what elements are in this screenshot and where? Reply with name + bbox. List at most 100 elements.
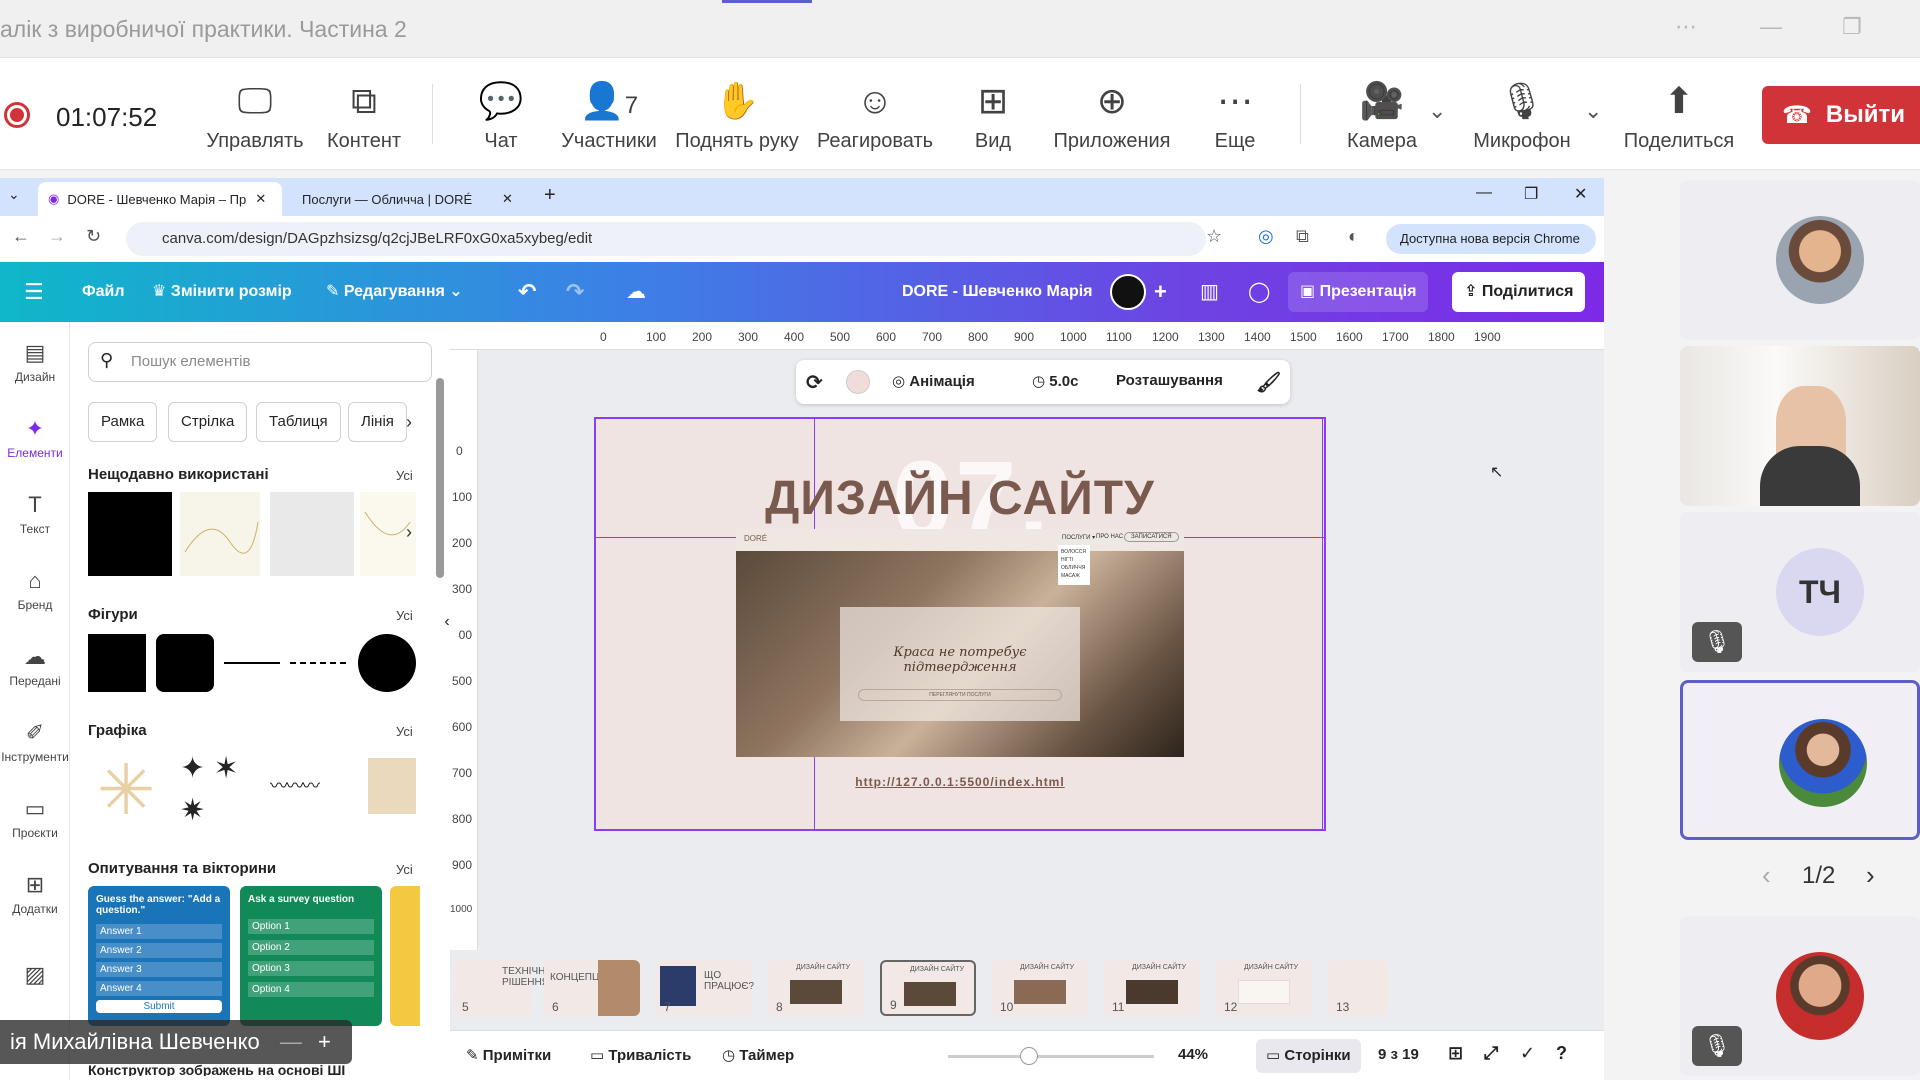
duration-footer-button[interactable]: ▭ Тривалість — [590, 1046, 691, 1064]
tab-canva[interactable]: ◉ DORE - Шевченко Марія – Пр ✕ — [38, 182, 282, 216]
zoom-slider-track[interactable] — [948, 1055, 1154, 1058]
camera-button[interactable]: 🎥 Камера — [1326, 58, 1438, 170]
rail-text[interactable]: T Текст — [0, 492, 70, 536]
shape-circle[interactable] — [358, 634, 416, 692]
help-icon[interactable]: ? — [1556, 1043, 1567, 1064]
rail-image-icon[interactable]: ▨ — [0, 962, 70, 992]
graphic-sparkles[interactable]: ✦ ✶ ✷ — [180, 748, 250, 832]
add-collaborator-plus-icon[interactable]: + — [1154, 262, 1167, 322]
leave-button[interactable]: ☎ Выйти — [1762, 86, 1920, 144]
shape-rounded-square[interactable] — [156, 634, 214, 692]
url-input[interactable]: canva.com/design/DAGpzhsizsg/q2cjJBeLRF0… — [126, 222, 1206, 256]
timer-button[interactable]: ◷ Таймер — [722, 1046, 794, 1064]
color-swatch[interactable] — [846, 370, 870, 394]
insights-chart-icon[interactable]: ▥ — [1200, 262, 1219, 322]
recent-marble[interactable] — [270, 492, 354, 576]
new-tab-plus-icon[interactable]: + — [544, 184, 556, 207]
edit-mode-menu[interactable]: ✎ Редагування ⌄ — [326, 262, 463, 322]
restore-icon[interactable]: ❐ — [1842, 14, 1862, 40]
hamburger-menu-icon[interactable]: ☰ — [24, 262, 44, 322]
page-thumbnail[interactable]: ДИЗАЙН САЙТУ 10 — [992, 960, 1088, 1016]
poll-card-survey[interactable]: Ask a survey question Option 1 Option 2 … — [240, 886, 382, 1026]
rail-elements[interactable]: ✦ Елементи — [0, 416, 70, 460]
chevron-right-icon[interactable]: › — [406, 412, 412, 433]
rail-apps[interactable]: ⊞ Додатки — [0, 872, 70, 916]
extension-icon[interactable]: ◎ — [1258, 226, 1274, 247]
chat-button[interactable]: 💬 Чат — [466, 58, 536, 170]
more-icon[interactable]: ⋯ — [1675, 14, 1697, 40]
manage-button[interactable]: 🖵 Управлять — [204, 58, 306, 170]
shapes-see-all[interactable]: Усі — [396, 608, 413, 623]
tab-services[interactable]: Послуги — Обличча | DORÉ ✕ — [292, 182, 528, 216]
maximize-icon[interactable]: ❐ — [1524, 184, 1538, 204]
position-button[interactable]: Розташування — [1116, 372, 1223, 389]
page-thumbnail[interactable]: ДИЗАЙН САЙТУ 8 — [768, 960, 864, 1016]
participant-tile-active[interactable] — [1680, 680, 1920, 840]
participant-tile[interactable]: 🎙 — [1680, 916, 1920, 1076]
poll-card-quiz[interactable]: Guess the answer: "Add a question." Answ… — [88, 886, 230, 1026]
slide-canvas[interactable]: 07. ДИЗАЙН САЙТУ DORÉ ПОСЛУГИ ▾ ПРО НАС … — [594, 417, 1326, 831]
refresh-icon[interactable]: ⟳ — [806, 370, 823, 395]
participant-tile[interactable]: ТЧ 🎙 — [1680, 512, 1920, 672]
participant-video-tile[interactable] — [1680, 346, 1920, 506]
shape-square[interactable] — [88, 634, 146, 692]
rail-tools[interactable]: ✐ Інструменти — [0, 720, 70, 764]
camera-options-chevron-icon[interactable]: ⌄ — [1428, 98, 1446, 124]
page-thumbnail[interactable]: ЩО ПРАЦЮЄ? 7 — [656, 960, 754, 1016]
comment-icon[interactable]: ◯ — [1248, 262, 1270, 322]
canva-share-button[interactable]: ⇪ Поділитися — [1452, 272, 1586, 312]
react-button[interactable]: ☺ Реагировать — [814, 58, 936, 170]
zoom-level[interactable]: 44% — [1178, 1046, 1208, 1063]
slide-link-text[interactable]: http://127.0.0.1:5500/index.html — [596, 775, 1324, 789]
tab-search-chevron-icon[interactable]: ⌄ — [8, 186, 20, 203]
zoom-slider-handle[interactable] — [1020, 1047, 1038, 1065]
poll-card-partial[interactable] — [390, 886, 420, 1026]
chip-table[interactable]: Таблиця — [256, 402, 341, 442]
page-thumbnail[interactable]: 13 — [1328, 960, 1388, 1016]
panel-scrollbar[interactable] — [436, 378, 444, 578]
raise-hand-button[interactable]: ✋ Поднять руку — [672, 58, 802, 170]
recent-see-all[interactable]: Усі — [396, 468, 413, 483]
present-button[interactable]: ▣ Презентація — [1288, 272, 1429, 312]
cloud-saved-icon[interactable]: ☁ — [626, 262, 646, 322]
participant-tile[interactable] — [1680, 180, 1920, 340]
forward-arrow-icon[interactable]: → — [48, 226, 66, 247]
rail-uploads[interactable]: ☁ Передані — [0, 644, 70, 688]
more-button[interactable]: ⋯ Еще — [1200, 58, 1270, 170]
page-thumbnail[interactable]: ДИЗАЙН САЙТУ 11 — [1104, 960, 1200, 1016]
duration-button[interactable]: ◷ 5.0с — [1032, 372, 1078, 390]
file-menu[interactable]: Файл — [82, 262, 125, 322]
user-avatar[interactable] — [1110, 274, 1146, 310]
grid-view-icon[interactable]: ⊞ — [1448, 1043, 1463, 1064]
bookmark-star-icon[interactable]: ☆ — [1206, 226, 1222, 247]
graphics-see-all[interactable]: Усі — [396, 724, 413, 739]
mic-options-chevron-icon[interactable]: ⌄ — [1584, 98, 1602, 124]
elements-search-input[interactable]: Пошук елементів — [88, 342, 432, 382]
rail-projects[interactable]: ▭ Проєкти — [0, 796, 70, 840]
undo-icon[interactable]: ↶ — [518, 262, 536, 322]
rail-brand[interactable]: ⌂ Бренд — [0, 568, 70, 612]
profile-icon[interactable]: ◐ — [1348, 226, 1359, 247]
chevron-right-icon[interactable]: › — [406, 522, 412, 543]
paint-roller-icon[interactable]: 🖌 — [1256, 370, 1281, 395]
graphic-star-burst[interactable]: ✳ — [88, 748, 164, 832]
content-button[interactable]: ⧉ Контент — [318, 58, 410, 170]
minimize-icon[interactable]: — — [1476, 184, 1492, 202]
fullscreen-icon[interactable]: ⤢ — [1484, 1043, 1498, 1064]
chip-line[interactable]: Лінія — [348, 402, 407, 442]
view-button[interactable]: ⊞ Вид — [960, 58, 1026, 170]
plus-icon[interactable]: + — [318, 1029, 331, 1054]
page-thumbnail[interactable]: ТЕХНІЧНІ РІШЕННЯ 5 — [454, 960, 549, 1016]
graphic-squiggle[interactable]: 〰〰〰 — [270, 772, 354, 802]
chip-arrow[interactable]: Стрілка — [168, 402, 248, 442]
share-button[interactable]: ⬆ Поделиться — [1620, 58, 1738, 170]
slide-title[interactable]: ДИЗАЙН САЙТУ — [596, 471, 1324, 526]
website-mockup-image[interactable]: DORÉ ПОСЛУГИ ▾ ПРО НАС ЗАПИСАТИСЯ ВОЛОСС… — [736, 529, 1184, 757]
page-thumbnail[interactable]: КОНЦЕПЦІЯ 6 — [544, 960, 640, 1016]
pages-button[interactable]: ▭ Сторінки — [1256, 1039, 1361, 1073]
check-icon[interactable]: ✓ — [1520, 1043, 1535, 1064]
shape-dashed-line[interactable] — [290, 662, 346, 664]
close-window-icon[interactable]: ✕ — [1574, 184, 1587, 204]
recent-black-square[interactable] — [88, 492, 172, 576]
microphone-button[interactable]: 🎙 Микрофон — [1466, 58, 1578, 170]
